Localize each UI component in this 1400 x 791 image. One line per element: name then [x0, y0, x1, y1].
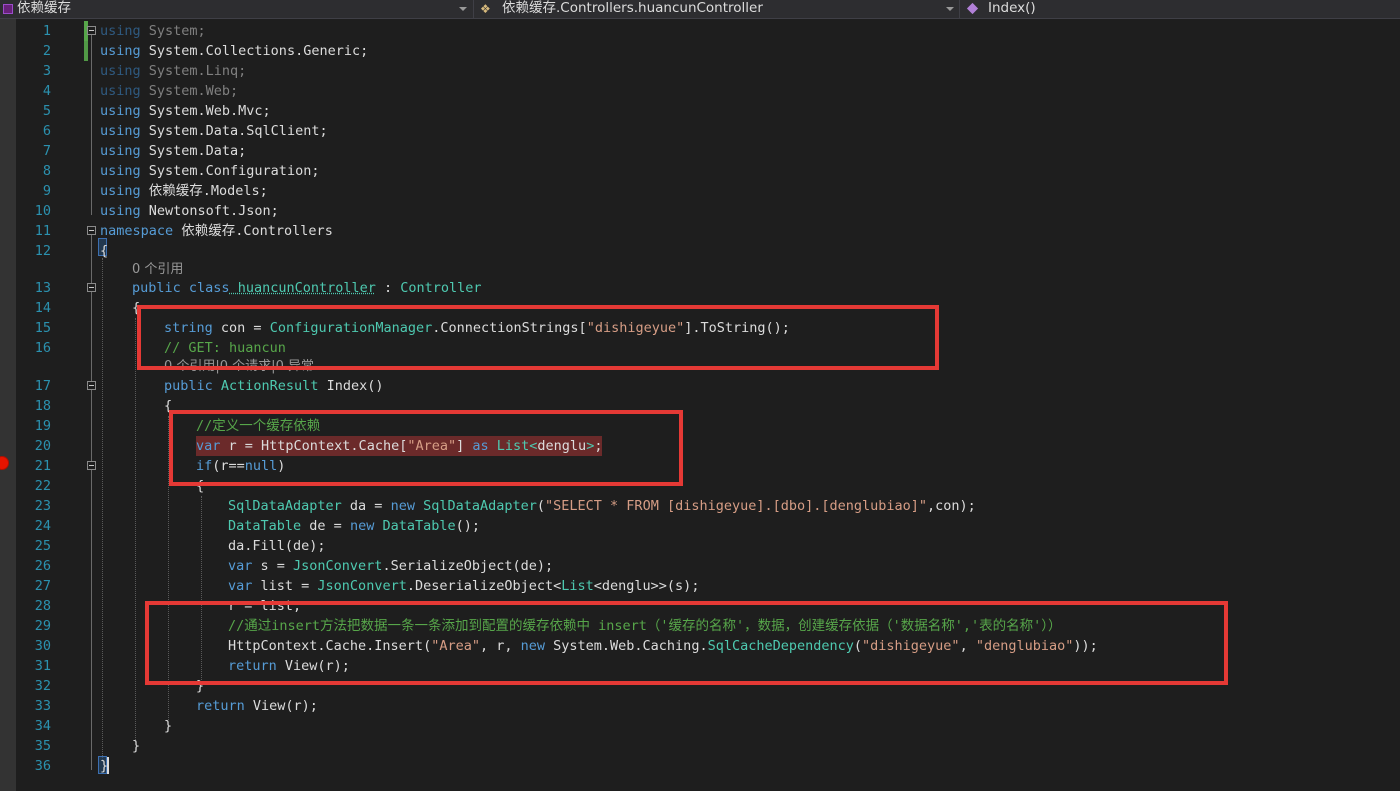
- code-line[interactable]: 10 using Newtonsoft.Json;: [0, 201, 1400, 221]
- line-number: 5: [42, 103, 51, 119]
- line-number: 21: [34, 458, 51, 474]
- code-line[interactable]: 6 using System.Data.SqlClient;: [0, 121, 1400, 141]
- code-text: using System.Web.Mvc;: [100, 103, 271, 119]
- code-text: }: [164, 718, 173, 734]
- line-number: 31: [34, 658, 51, 674]
- code-text: }: [100, 758, 109, 774]
- code-text: using Newtonsoft.Json;: [100, 203, 279, 219]
- line-number: 19: [34, 418, 51, 434]
- code-text: using System.Configuration;: [100, 163, 320, 179]
- line-number: 23: [34, 498, 51, 514]
- code-line[interactable]: 8 using System.Configuration;: [0, 161, 1400, 181]
- code-line[interactable]: 9 using 依赖缓存.Models;: [0, 181, 1400, 201]
- line-number: 1: [42, 23, 51, 39]
- line-number: 11: [34, 223, 51, 239]
- code-text: using System;: [100, 23, 206, 39]
- code-text: }: [132, 738, 141, 754]
- code-line[interactable]: 33 return View(r);: [0, 696, 1400, 716]
- code-line[interactable]: 24 DataTable de = new DataTable();: [0, 516, 1400, 536]
- line-number: 13: [34, 280, 51, 296]
- annotation-box: [145, 601, 1228, 685]
- line-number: 32: [34, 678, 51, 694]
- line-number: 25: [34, 538, 51, 554]
- code-line[interactable]: 26 var s = JsonConvert.SerializeObject(d…: [0, 556, 1400, 576]
- code-line[interactable]: 34 }: [0, 716, 1400, 736]
- line-number: 12: [34, 243, 51, 259]
- line-number: 17: [34, 378, 51, 394]
- code-line[interactable]: 4 using System.Web;: [0, 81, 1400, 101]
- collapse-icon[interactable]: [87, 461, 96, 470]
- annotation-box: [169, 410, 683, 486]
- code-text: public ActionResult Index(): [164, 378, 384, 394]
- annotation-box: [137, 305, 939, 370]
- line-number: 34: [34, 718, 51, 734]
- code-text: using System.Linq;: [100, 63, 247, 79]
- code-line[interactable]: 23 SqlDataAdapter da = new SqlDataAdapte…: [0, 496, 1400, 516]
- code-text: SqlDataAdapter da = new SqlDataAdapter("…: [228, 498, 976, 514]
- line-number: 6: [42, 123, 51, 139]
- codelens-references[interactable]: 0 个引用: [132, 261, 183, 279]
- code-text: using System.Data;: [100, 143, 247, 159]
- line-number: 3: [42, 63, 51, 79]
- code-text: namespace 依赖缓存.Controllers: [100, 223, 333, 239]
- code-line[interactable]: 3 using System.Linq;: [0, 61, 1400, 81]
- code-text: using System.Data.SqlClient;: [100, 123, 328, 139]
- line-number: 20: [34, 438, 51, 454]
- line-number: 36: [34, 758, 51, 774]
- collapse-icon[interactable]: [87, 381, 96, 390]
- line-number: 22: [34, 478, 51, 494]
- line-number: 35: [34, 738, 51, 754]
- code-line[interactable]: 27 var list = JsonConvert.DeserializeObj…: [0, 576, 1400, 596]
- line-number: 26: [34, 558, 51, 574]
- line-number: 10: [34, 203, 51, 219]
- code-text: var list = JsonConvert.DeserializeObject…: [228, 578, 700, 594]
- code-text: using 依赖缓存.Models;: [100, 183, 268, 199]
- line-number: 29: [34, 618, 51, 634]
- code-line[interactable]: 5 using System.Web.Mvc;: [0, 101, 1400, 121]
- collapse-icon[interactable]: [87, 26, 96, 35]
- code-line[interactable]: 25 da.Fill(de);: [0, 536, 1400, 556]
- line-number: 8: [42, 163, 51, 179]
- code-line[interactable]: 17 public ActionResult Index(): [0, 376, 1400, 396]
- code-text: {: [100, 243, 109, 259]
- collapse-icon[interactable]: [87, 226, 96, 235]
- line-number: 28: [34, 598, 51, 614]
- line-number: 30: [34, 638, 51, 654]
- line-number: 4: [42, 83, 51, 99]
- line-number: 27: [34, 578, 51, 594]
- code-text: da.Fill(de);: [228, 538, 326, 554]
- line-number: 18: [34, 398, 51, 414]
- line-number: 9: [42, 183, 51, 199]
- code-line[interactable]: 13 public class huancunController : Cont…: [0, 278, 1400, 298]
- line-number: 33: [34, 698, 51, 714]
- code-line[interactable]: 2 using System.Collections.Generic;: [0, 41, 1400, 61]
- line-number: 24: [34, 518, 51, 534]
- code-line[interactable]: 7 using System.Data;: [0, 141, 1400, 161]
- line-number: 7: [42, 143, 51, 159]
- code-line[interactable]: 36 }: [0, 756, 1400, 776]
- code-line[interactable]: 35 }: [0, 736, 1400, 756]
- line-number: 15: [34, 320, 51, 336]
- code-text: using System.Collections.Generic;: [100, 43, 369, 59]
- code-line[interactable]: 12 {: [0, 241, 1400, 261]
- code-text: var s = JsonConvert.SerializeObject(de);: [228, 558, 554, 574]
- line-number: 16: [34, 340, 51, 356]
- collapse-icon[interactable]: [87, 283, 96, 292]
- line-number: 2: [42, 43, 51, 59]
- line-number: 14: [34, 300, 51, 316]
- code-text: public class huancunController : Control…: [132, 280, 482, 296]
- code-line[interactable]: 1 using System;: [0, 21, 1400, 41]
- code-line[interactable]: 11 namespace 依赖缓存.Controllers: [0, 221, 1400, 241]
- code-text: return View(r);: [196, 698, 318, 714]
- code-text: DataTable de = new DataTable();: [228, 518, 480, 534]
- code-text: using System.Web;: [100, 83, 239, 99]
